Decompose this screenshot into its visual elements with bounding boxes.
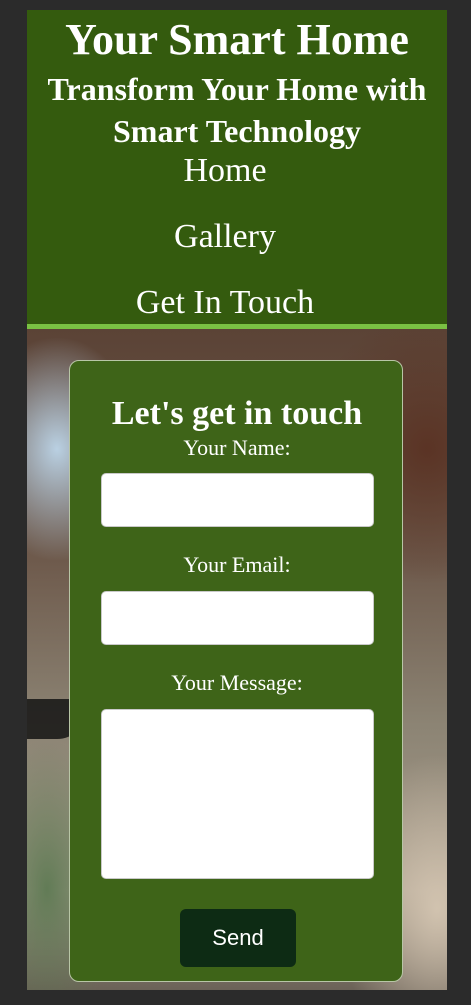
site-tagline: Transform Your Home with Smart Technolog… [47, 71, 427, 149]
site-title: Your Smart Home [65, 15, 409, 64]
message-label: Your Message: [171, 670, 303, 695]
message-textarea[interactable] [101, 709, 374, 879]
send-button[interactable]: Send [180, 909, 296, 967]
email-input[interactable] [101, 591, 374, 645]
contact-form: Let's get in touch Your Name: Your Email… [69, 360, 403, 982]
name-input[interactable] [101, 473, 374, 527]
name-label: Your Name: [183, 435, 291, 460]
nav-link-get-in-touch[interactable]: Get In Touch [27, 283, 423, 323]
nav-link-gallery[interactable]: Gallery [27, 217, 423, 257]
page-container: Your Smart Home Transform Your Home with… [27, 10, 447, 990]
site-header: Your Smart Home Transform Your Home with… [27, 10, 447, 324]
email-label: Your Email: [183, 552, 291, 577]
contact-form-heading: Let's get in touch [111, 395, 363, 432]
nav-link-home[interactable]: Home [27, 151, 423, 191]
